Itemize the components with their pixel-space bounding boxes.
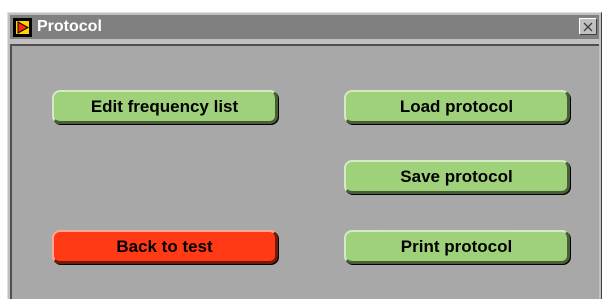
back-to-test-button[interactable]: Back to test [52, 230, 278, 264]
labview-app-icon [13, 17, 32, 37]
window-title: Protocol [37, 18, 102, 35]
save-protocol-button[interactable]: Save protocol [344, 160, 570, 194]
panel-area: Edit frequency list Load protocol Save p… [10, 44, 599, 299]
protocol-window: Protocol Edit frequency list Load protoc… [7, 12, 602, 299]
title-bar[interactable]: Protocol [10, 15, 599, 39]
close-icon [583, 22, 593, 31]
print-protocol-button[interactable]: Print protocol [344, 230, 570, 264]
edit-frequency-list-button[interactable]: Edit frequency list [52, 90, 278, 124]
close-button[interactable] [579, 18, 597, 35]
load-protocol-button[interactable]: Load protocol [344, 90, 570, 124]
